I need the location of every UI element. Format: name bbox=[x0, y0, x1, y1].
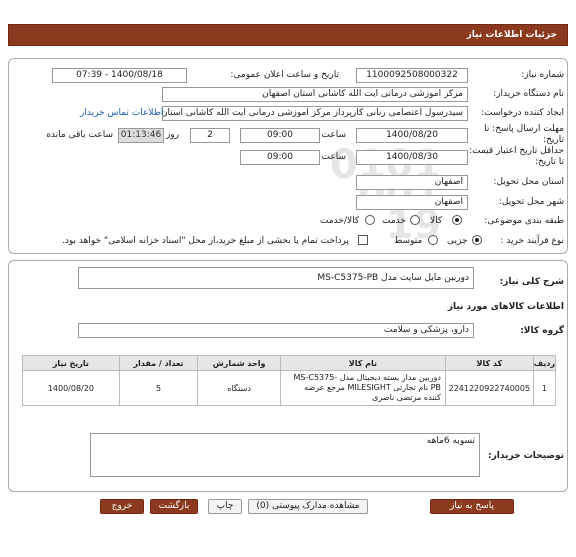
goods-heading: اطلاعات کالاهای مورد نیاز bbox=[447, 302, 564, 312]
treasury-payment-checkbox[interactable] bbox=[358, 235, 368, 245]
validity-time-field: 09:00 bbox=[240, 150, 320, 165]
cell-date: 1400/08/20 bbox=[22, 370, 120, 406]
deadline-date-field: 1400/08/20 bbox=[356, 128, 468, 143]
creator-label: ایجاد کننده درخواست: bbox=[481, 108, 564, 118]
days-field: 2 bbox=[190, 128, 230, 143]
process-label: نوع فرآیند خرید : bbox=[500, 236, 564, 246]
category-service-label: خدمت bbox=[382, 216, 406, 226]
goods-table: ردیف کد کالا نام کالا واحد شمارش تعداد /… bbox=[22, 355, 557, 406]
province-field: اصفهان bbox=[356, 175, 468, 190]
announce-field: 1400/08/18 - 07:39 bbox=[52, 68, 187, 83]
process-medium-label: متوسط bbox=[394, 236, 423, 246]
cell-row: 1 bbox=[532, 370, 557, 406]
cell-name: دوربین مدار بسته دیجیتال مدل MS-C5375-PB… bbox=[279, 370, 446, 406]
deadline-time-label: ساعت bbox=[321, 130, 347, 140]
summary-field: دوربین مایل سایت مدل MS-C5375-PB bbox=[78, 267, 474, 289]
need-number-label: شماره نیاز: bbox=[521, 70, 564, 80]
treasury-payment-note: پرداخت تمام یا بخشی از مبلغ خرید،از محل … bbox=[62, 236, 350, 246]
process-minor-label: جزیی bbox=[447, 236, 468, 246]
col-code: کد کالا bbox=[444, 355, 534, 371]
attachments-button[interactable]: مشاهده مدارک پیوستی (0) bbox=[248, 499, 368, 514]
category-both-label: کالا/خدمت bbox=[320, 216, 360, 226]
print-button[interactable]: چاپ bbox=[208, 499, 242, 514]
summary-label: شرح کلی نیاز: bbox=[499, 277, 564, 287]
announce-label: تاریخ و ساعت اعلان عمومی: bbox=[230, 70, 339, 80]
need-number-field: 1100092508000322 bbox=[356, 68, 468, 83]
page-title: جزئیات اطلاعات نیاز bbox=[466, 30, 557, 40]
process-medium-radio[interactable] bbox=[428, 235, 438, 245]
exit-button[interactable]: خروج bbox=[100, 499, 144, 514]
city-field: اصفهان bbox=[356, 195, 468, 210]
creator-field: سیدرسول اعتصامی رنانی کارپرداز مرکز اموز… bbox=[162, 106, 468, 121]
validity-date-field: 1400/08/30 bbox=[356, 150, 468, 165]
category-goods-label: کالا bbox=[430, 216, 443, 226]
col-date: تاریخ نیاز bbox=[22, 355, 120, 371]
process-minor-radio[interactable] bbox=[472, 235, 482, 245]
remaining-label: ساعت باقی مانده bbox=[46, 130, 113, 140]
col-name: نام کالا bbox=[279, 355, 446, 371]
buyer-notes-label: توضیحات خریدار: bbox=[488, 451, 564, 461]
col-qty: تعداد / مقدار bbox=[118, 355, 199, 371]
cell-qty: 5 bbox=[118, 370, 199, 406]
contact-buyer-link[interactable]: اطلاعات تماس خریدار bbox=[80, 108, 163, 118]
buyer-notes-field: تسویه 6ماهه bbox=[90, 433, 480, 477]
deadline-label: مهلت ارسال پاسخ: تا تاریخ: bbox=[484, 124, 564, 145]
deadline-time-field: 09:00 bbox=[240, 128, 320, 143]
col-unit: واحد شمارش bbox=[197, 355, 281, 371]
group-label: گروه کالا: bbox=[520, 326, 564, 336]
category-label: طبقه بندی موضوعی: bbox=[484, 216, 564, 226]
page-header: جزئیات اطلاعات نیاز bbox=[8, 24, 568, 46]
cell-code: 2241220922740005 bbox=[444, 370, 534, 406]
col-row: ردیف bbox=[532, 355, 557, 371]
buyer-field: مرکز اموزشی درمانی ایت الله کاشانی استان… bbox=[162, 87, 468, 102]
city-label: شهر محل تحویل: bbox=[498, 197, 564, 207]
validity-time-label: ساعت bbox=[321, 152, 347, 162]
validity-label: حداقل تاریخ اعتبار قیمت: تا تاریخ: bbox=[469, 146, 564, 167]
remaining-timer: 01:13:46 bbox=[118, 128, 164, 143]
group-field: دارو، پزشکی و سلامت bbox=[78, 323, 474, 338]
category-service-radio[interactable] bbox=[410, 215, 420, 225]
cell-unit: دستگاه bbox=[197, 370, 281, 406]
reply-button[interactable]: پاسخ به نیاز bbox=[430, 499, 514, 514]
category-goods-radio[interactable] bbox=[452, 215, 462, 225]
table-row: 1 2241220922740005 دوربین مدار بسته دیجی… bbox=[22, 370, 557, 406]
buyer-label: نام دستگاه خریدار: bbox=[493, 89, 564, 99]
back-button[interactable]: بازگشت bbox=[150, 499, 198, 514]
province-label: استان محل تحویل: bbox=[493, 177, 564, 187]
category-both-radio[interactable] bbox=[365, 215, 375, 225]
